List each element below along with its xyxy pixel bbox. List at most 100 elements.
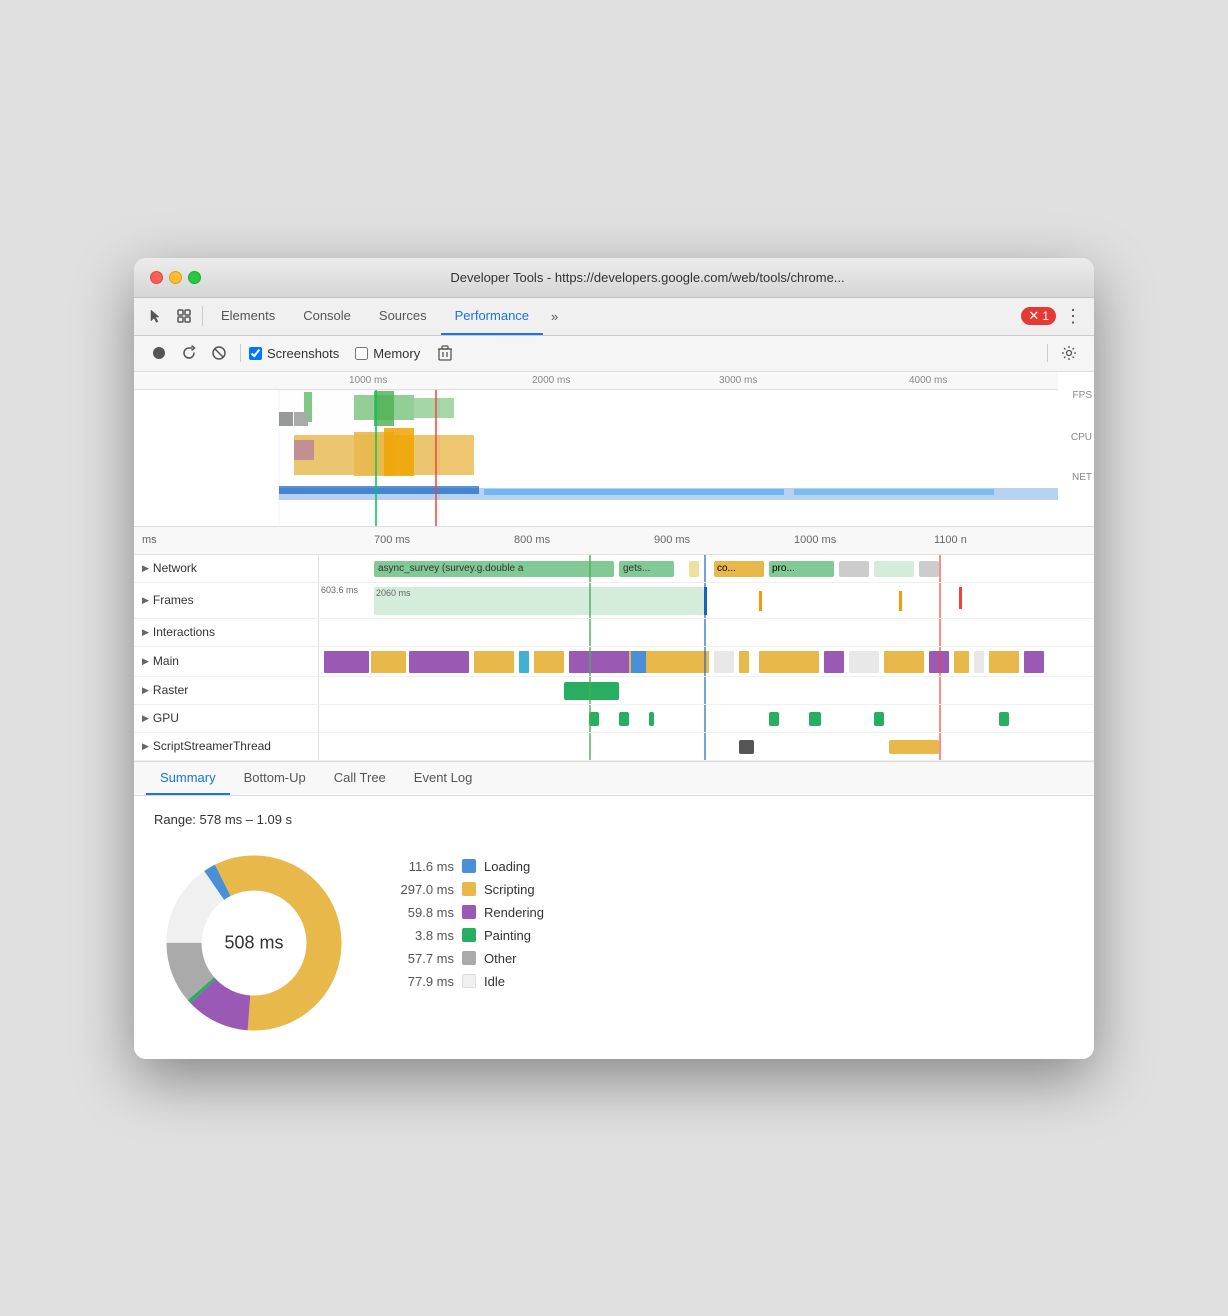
perf-overview[interactable]: 1000 ms 2000 ms 3000 ms 4000 ms FPS CPU …	[134, 372, 1094, 527]
tab-console[interactable]: Console	[289, 298, 365, 335]
tab-more[interactable]: »	[543, 309, 566, 324]
net-bar-pro: pro...	[769, 561, 834, 577]
gpu-vline-blue	[704, 705, 706, 732]
script-vline-green	[589, 733, 591, 760]
script-bar2	[889, 740, 939, 754]
screenshots-checkbox[interactable]	[249, 347, 262, 360]
frame-orange2	[899, 591, 902, 611]
legend-other: 57.7 ms Other	[394, 951, 544, 966]
net-vline-blue	[704, 555, 706, 582]
frame-red-tick	[959, 587, 962, 609]
tab-summary[interactable]: Summary	[146, 762, 230, 795]
delete-button[interactable]	[432, 340, 458, 366]
main-row-label[interactable]: ▶ Main	[134, 647, 319, 676]
tab-elements[interactable]: Elements	[207, 298, 289, 335]
error-count: 1	[1042, 309, 1049, 323]
gpu-vline-red	[939, 705, 941, 732]
inspect-icon[interactable]	[170, 302, 198, 330]
time-3000: 3000 ms	[719, 375, 757, 386]
clear-button[interactable]	[206, 340, 232, 366]
tab-sources[interactable]: Sources	[365, 298, 441, 335]
screenshots-checkbox-label[interactable]: Screenshots	[249, 346, 339, 361]
net-bar-gray2	[919, 561, 939, 577]
gpu-row: ▶ GPU	[134, 705, 1094, 733]
legend-idle-label: Idle	[484, 974, 505, 989]
main-bar-gold1	[371, 651, 406, 673]
gpu-label: GPU	[153, 711, 179, 725]
script-streamer-label[interactable]: ▶ ScriptStreamerThread	[134, 733, 319, 760]
network-triangle: ▶	[142, 563, 149, 574]
gpu-triangle: ▶	[142, 713, 149, 724]
memory-label: Memory	[373, 346, 420, 361]
gpu-bar7	[999, 712, 1009, 726]
frame-time1: 603.6 ms	[321, 585, 358, 595]
legend-scripting-label: Scripting	[484, 882, 535, 897]
close-button[interactable]	[150, 271, 163, 284]
script-vline-red	[939, 733, 941, 760]
tab-call-tree[interactable]: Call Tree	[320, 762, 400, 795]
frames-content: 603.6 ms 2060 ms	[319, 583, 1094, 618]
gpu-row-label[interactable]: ▶ GPU	[134, 705, 319, 732]
raster-triangle: ▶	[142, 685, 149, 696]
devtools-window: Developer Tools - https://developers.goo…	[134, 258, 1094, 1059]
main-bar-gold5	[739, 651, 749, 673]
gpu-bar1	[589, 712, 599, 726]
reload-button[interactable]	[176, 340, 202, 366]
net-bar-co: co...	[714, 561, 764, 577]
legend-other-color	[462, 951, 476, 965]
net-vline-green	[589, 555, 591, 582]
script-streamer-row: ▶ ScriptStreamerThread	[134, 733, 1094, 761]
minimize-button[interactable]	[169, 271, 182, 284]
error-badge[interactable]: ✕ 1	[1021, 307, 1056, 325]
raster-row-label[interactable]: ▶ Raster	[134, 677, 319, 704]
gpu-bar3	[649, 712, 654, 726]
more-options-button[interactable]: ⋮	[1060, 303, 1086, 329]
tab-list: Elements Console Sources Performance »	[207, 298, 1021, 335]
memory-checkbox[interactable]	[355, 347, 368, 360]
frames-vline-blue	[704, 583, 706, 618]
legend-loading-color	[462, 859, 476, 873]
network-row-label[interactable]: ▶ Network	[134, 555, 319, 582]
legend-rendering: 59.8 ms Rendering	[394, 905, 544, 920]
main-bar-purple5	[1024, 651, 1044, 673]
overview-svg	[134, 390, 1058, 527]
legend-idle-value: 77.9 ms	[394, 974, 454, 989]
cpu-label: CPU	[1058, 432, 1092, 443]
settings-button[interactable]	[1056, 340, 1082, 366]
cursor-icon[interactable]	[142, 302, 170, 330]
gpu-bar2	[619, 712, 629, 726]
legend-scripting-value: 297.0 ms	[394, 882, 454, 897]
raster-content	[319, 677, 1094, 704]
frames-row-label[interactable]: ▶ Frames	[134, 583, 319, 618]
tab-bottom-up[interactable]: Bottom-Up	[230, 762, 320, 795]
legend-painting-label: Painting	[484, 928, 531, 943]
interactions-triangle: ▶	[142, 627, 149, 638]
frames-triangle: ▶	[142, 595, 149, 606]
script-content	[319, 733, 1094, 760]
network-label: Network	[153, 561, 197, 575]
memory-checkbox-label[interactable]: Memory	[355, 346, 420, 361]
main-vline-blue	[704, 647, 706, 676]
tab-separator	[202, 306, 203, 326]
main-bar-gold3	[534, 651, 564, 673]
legend-other-label: Other	[484, 951, 517, 966]
raster-vline-red	[939, 677, 941, 704]
frames-row: ▶ Frames 603.6 ms 2060 ms	[134, 583, 1094, 619]
toolbar-sep1	[240, 344, 241, 362]
interactions-row-label[interactable]: ▶ Interactions	[134, 619, 319, 646]
raster-label: Raster	[153, 683, 188, 697]
time-ruler: 1000 ms 2000 ms 3000 ms 4000 ms	[134, 372, 1058, 390]
legend-rendering-value: 59.8 ms	[394, 905, 454, 920]
maximize-button[interactable]	[188, 271, 201, 284]
tab-performance[interactable]: Performance	[441, 298, 543, 335]
int-vline-blue	[704, 619, 706, 646]
tl-1000ms: 1000 ms	[794, 534, 836, 546]
tab-event-log[interactable]: Event Log	[400, 762, 487, 795]
net-bar-gray1	[839, 561, 869, 577]
raster-bar-green	[564, 682, 619, 700]
legend-loading-value: 11.6 ms	[394, 859, 454, 874]
main-bar-purple2	[409, 651, 469, 673]
record-button[interactable]	[146, 340, 172, 366]
main-vline-red	[939, 647, 941, 676]
tl-900ms: 900 ms	[654, 534, 690, 546]
